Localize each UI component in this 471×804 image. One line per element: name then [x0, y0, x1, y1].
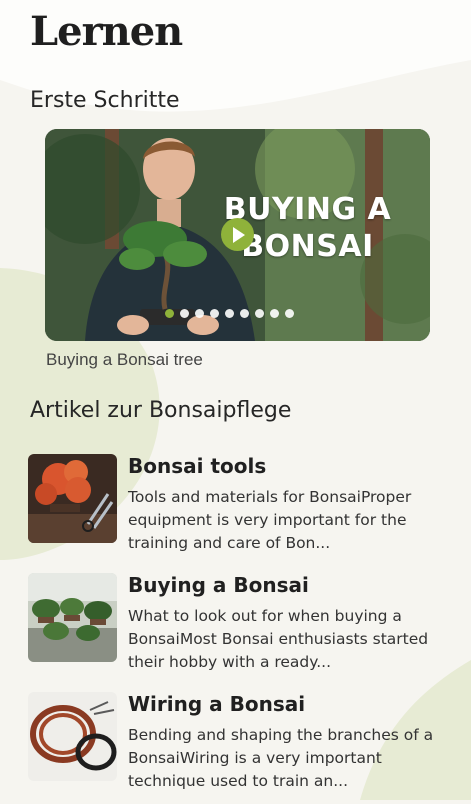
article-description: Tools and materials for BonsaiProper equ…	[128, 488, 412, 552]
carousel-dot-5[interactable]	[225, 309, 234, 318]
carousel-dot-3[interactable]	[195, 309, 204, 318]
article-bonsai-tools[interactable]: Bonsai tools Tools and materials for Bon…	[28, 454, 448, 566]
article-title: Buying a Bonsai	[128, 573, 309, 597]
carousel-dot-6[interactable]	[240, 309, 249, 318]
carousel-dots	[165, 309, 294, 318]
video-card[interactable]: BUYING A BONSAI	[45, 129, 430, 341]
carousel-dot-2[interactable]	[180, 309, 189, 318]
article-description: What to look out for when buying a Bonsa…	[128, 607, 429, 671]
carousel-dot-4[interactable]	[210, 309, 219, 318]
bonsai-wire-thumbnail	[28, 692, 117, 781]
article-title: Wiring a Bonsai	[128, 692, 306, 716]
articles-heading: Artikel zur Bonsaipflege	[30, 398, 292, 423]
bonsai-nursery-thumbnail	[28, 573, 117, 662]
first-steps-heading: Erste Schritte	[30, 88, 180, 113]
carousel-dot-9[interactable]	[285, 309, 294, 318]
carousel-dot-8[interactable]	[270, 309, 279, 318]
article-title: Bonsai tools	[128, 454, 267, 478]
carousel-dot-1[interactable]	[165, 309, 174, 318]
article-description: Bending and shaping the branches of a Bo…	[128, 726, 434, 790]
carousel-dot-7[interactable]	[255, 309, 264, 318]
video-caption[interactable]: Buying a Bonsai tree	[46, 350, 203, 370]
article-buying-a-bonsai[interactable]: Buying a Bonsai What to look out for whe…	[28, 573, 448, 685]
play-icon	[233, 226, 245, 243]
page-title: Lernen	[30, 8, 183, 55]
play-button[interactable]	[221, 218, 254, 251]
article-wiring-a-bonsai[interactable]: Wiring a Bonsai Bending and shaping the …	[28, 692, 448, 804]
bonsai-tools-thumbnail	[28, 454, 117, 543]
